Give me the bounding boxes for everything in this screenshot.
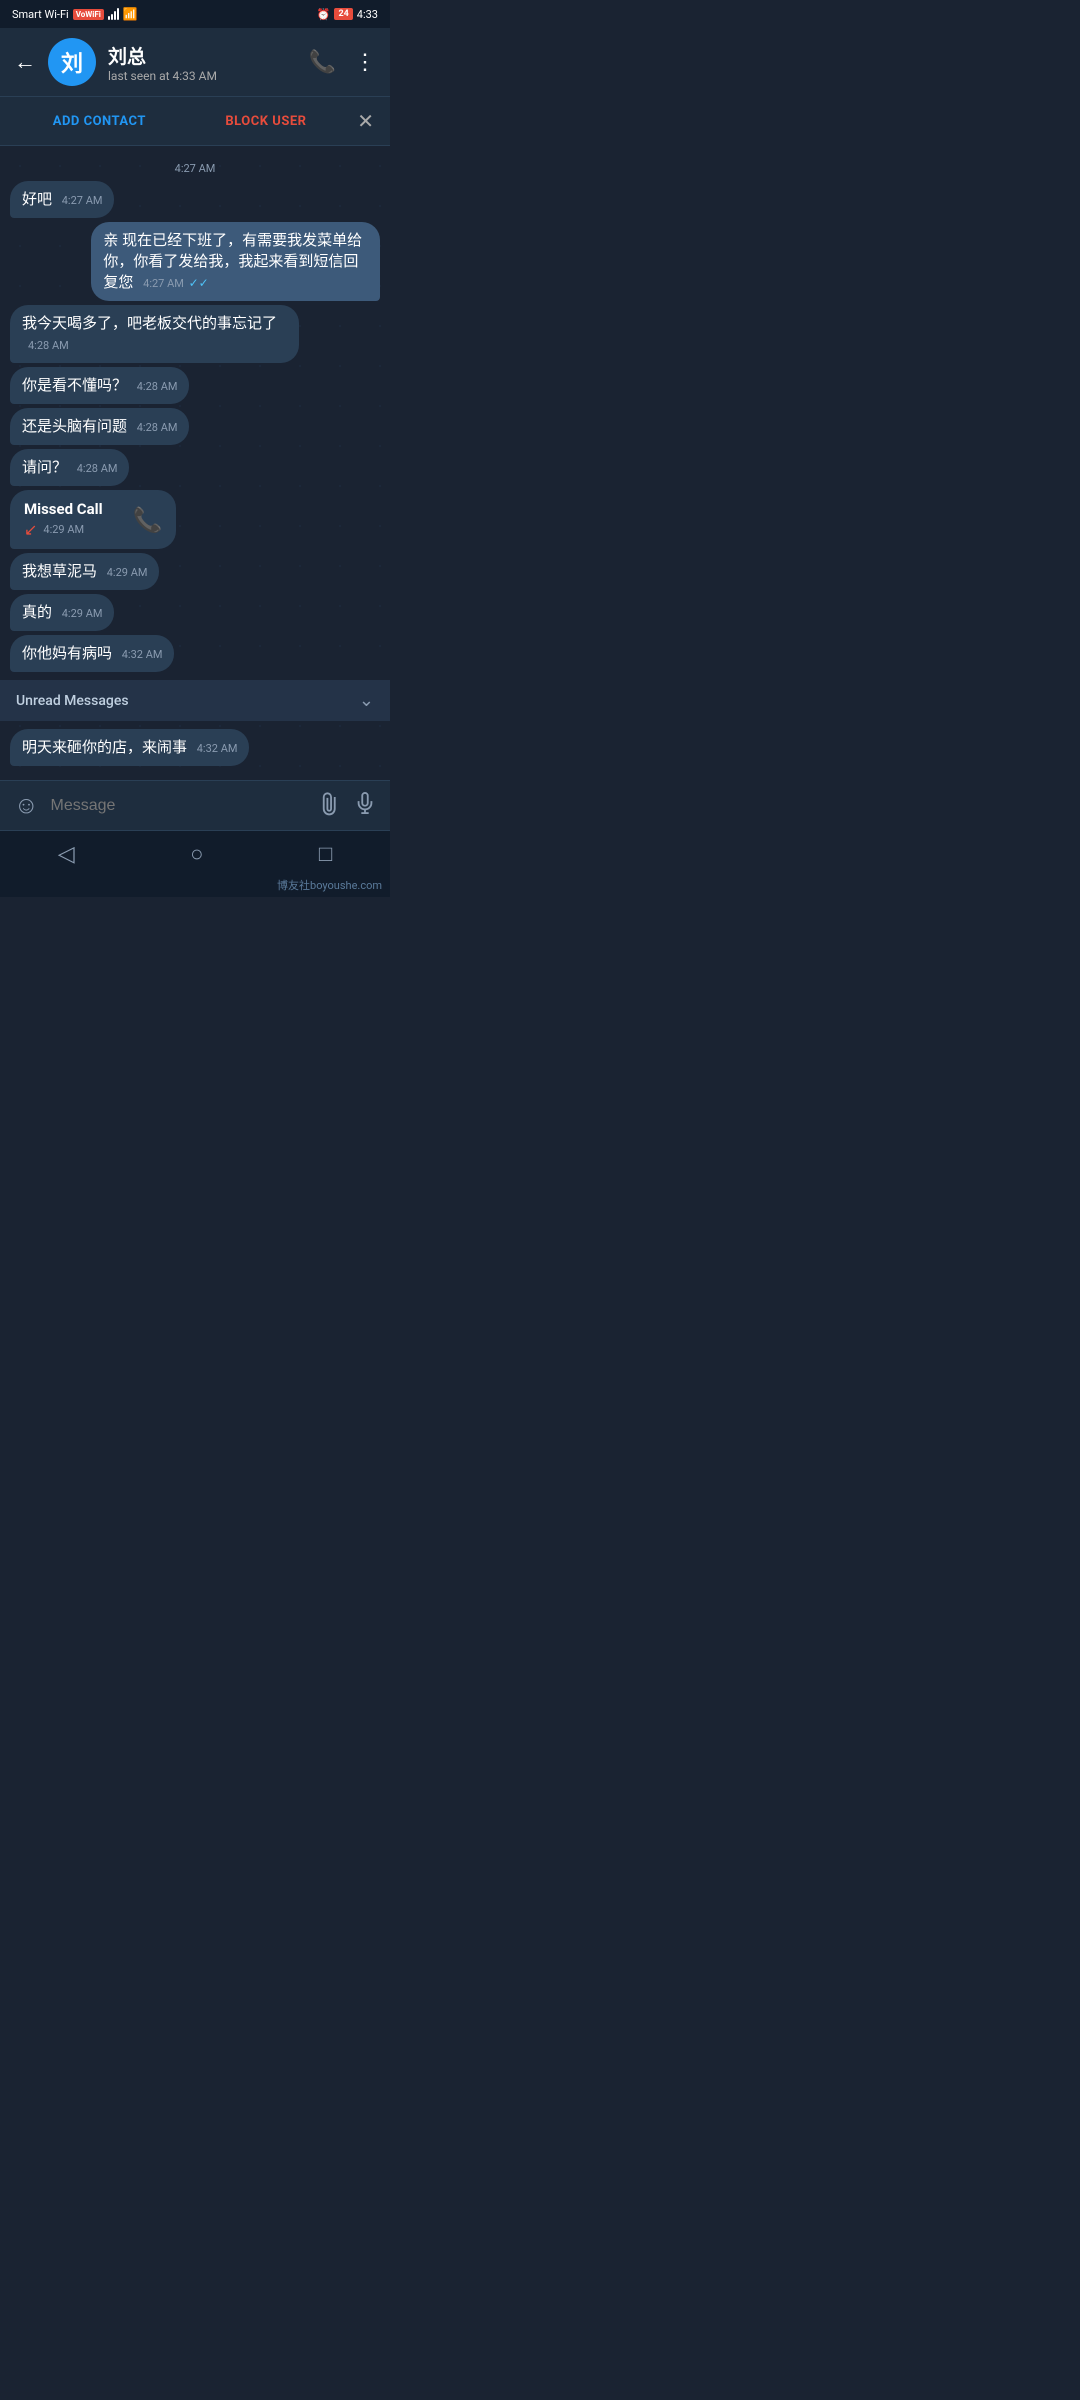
- back-nav-button[interactable]: ◁: [58, 842, 75, 867]
- message-time: 4:28 AM: [28, 339, 69, 352]
- bubble-outgoing: 亲 现在已经下班了，有需要我发菜单给你，你看了发给我，我起来看到短信回复您 4:…: [91, 222, 380, 301]
- message-row: 我想草泥马 4:29 AM: [10, 553, 380, 590]
- message-row: 请问？ 4:28 AM: [10, 449, 380, 486]
- bubble-incoming: 还是头脑有问题 4:28 AM: [10, 408, 189, 445]
- missed-call-time: 4:29 AM: [43, 523, 84, 536]
- message-row: 你是看不懂吗？ 4:28 AM: [10, 367, 380, 404]
- message-row: 我今天喝多了，吧老板交代的事忘记了 4:28 AM: [10, 305, 380, 363]
- close-action-bar-button[interactable]: ✕: [357, 109, 374, 133]
- message-time: 4:32 AM: [122, 648, 163, 661]
- contact-info: 刘总 last seen at 4:33 AM: [108, 42, 297, 83]
- message-row: 还是头脑有问题 4:28 AM: [10, 408, 380, 445]
- bubble-incoming: 好吧 4:27 AM: [10, 181, 114, 218]
- contact-name: 刘总: [108, 42, 297, 69]
- unread-messages-divider: Unread Messages ⌄: [0, 680, 390, 721]
- message-text: 你是看不懂吗？: [22, 376, 127, 394]
- emoji-button[interactable]: ☺: [14, 791, 39, 820]
- avatar: 刘: [48, 38, 96, 86]
- last-seen-status: last seen at 4:33 AM: [108, 69, 297, 83]
- back-button[interactable]: ←: [14, 49, 36, 75]
- message-input[interactable]: [51, 797, 308, 815]
- message-text: 真的: [22, 603, 52, 621]
- message-row: 亲 现在已经下班了，有需要我发菜单给你，你看了发给我，我起来看到短信回复您 4:…: [10, 222, 380, 301]
- missed-call-arrow-icon: ↙: [24, 520, 37, 539]
- wifi-icon: 📶: [123, 7, 138, 21]
- message-text: 好吧: [22, 190, 52, 208]
- carrier-text: Smart Wi-Fi: [12, 8, 69, 21]
- read-ticks: ✓✓: [189, 276, 209, 290]
- message-input-bar: ☺: [0, 780, 390, 830]
- navigation-bar: ◁ ○ □: [0, 830, 390, 875]
- missed-call-label: Missed Call: [24, 500, 103, 518]
- bubble-incoming: 你是看不懂吗？ 4:28 AM: [10, 367, 189, 404]
- message-time: 4:27 AM ✓✓: [143, 277, 209, 290]
- add-contact-button[interactable]: ADD CONTACT: [16, 114, 183, 129]
- message-time: 4:27 AM: [62, 194, 103, 207]
- block-user-button[interactable]: BLOCK USER: [183, 114, 350, 129]
- message-text: 我今天喝多了，吧老板交代的事忘记了: [22, 314, 277, 332]
- chat-area: 4:27 AM 好吧 4:27 AM 亲 现在已经下班了，有需要我发菜单给你，你…: [0, 146, 390, 780]
- status-left: Smart Wi-Fi VoWiFi 📶: [12, 7, 138, 21]
- watermark-text: 博友社boyoushe.com: [277, 879, 382, 892]
- bubble-incoming: 我想草泥马 4:29 AM: [10, 553, 159, 590]
- message-time: 4:32 AM: [197, 742, 238, 755]
- missed-call-bubble: Missed Call ↙ 4:29 AM 📞: [10, 490, 176, 549]
- message-row: 好吧 4:27 AM: [10, 181, 380, 218]
- bubble-incoming: 真的 4:29 AM: [10, 594, 114, 631]
- message-row: 明天来砸你的店，来闹事 4:32 AM: [10, 729, 380, 766]
- mic-button[interactable]: [354, 792, 376, 820]
- alarm-icon: ⏰: [317, 8, 331, 21]
- status-right: ⏰ 24 4:33: [317, 8, 378, 21]
- message-text: 还是头脑有问题: [22, 417, 127, 435]
- message-text: 明天来砸你的店，来闹事: [22, 738, 187, 756]
- vowifi-badge: VoWiFi: [73, 9, 104, 20]
- unread-messages-label: Unread Messages: [16, 693, 129, 709]
- message-time: 4:29 AM: [62, 607, 103, 620]
- message-row: Missed Call ↙ 4:29 AM 📞: [10, 490, 380, 549]
- header-icons: 📞 ⋮: [309, 50, 376, 75]
- missed-call-phone-icon: 📞: [133, 506, 163, 534]
- chat-header: ← 刘 刘总 last seen at 4:33 AM 📞 ⋮: [0, 28, 390, 97]
- missed-call-meta: ↙ 4:29 AM: [24, 520, 103, 539]
- status-bar: Smart Wi-Fi VoWiFi 📶 ⏰ 24 4:33: [0, 0, 390, 28]
- bubble-incoming: 请问？ 4:28 AM: [10, 449, 129, 486]
- message-time: 4:28 AM: [77, 462, 118, 475]
- battery-badge: 24: [334, 8, 352, 20]
- message-text: 我想草泥马: [22, 562, 97, 580]
- action-bar: ADD CONTACT BLOCK USER ✕: [0, 97, 390, 146]
- watermark: 博友社boyoushe.com: [0, 875, 390, 897]
- message-time: 4:29 AM: [107, 566, 148, 579]
- bubble-incoming: 我今天喝多了，吧老板交代的事忘记了 4:28 AM: [10, 305, 299, 363]
- message-time: 4:28 AM: [137, 380, 178, 393]
- recent-nav-button[interactable]: □: [319, 841, 332, 867]
- bubble-incoming: 明天来砸你的店，来闹事 4:32 AM: [10, 729, 249, 766]
- more-options-icon[interactable]: ⋮: [354, 50, 376, 75]
- message-row: 你他妈有病吗 4:32 AM: [10, 635, 380, 672]
- attach-button[interactable]: [314, 788, 349, 823]
- chevron-down-icon[interactable]: ⌄: [359, 690, 374, 711]
- message-row: 真的 4:29 AM: [10, 594, 380, 631]
- clock-time: 4:33: [357, 8, 378, 21]
- bubble-incoming: 你他妈有病吗 4:32 AM: [10, 635, 174, 672]
- home-nav-button[interactable]: ○: [190, 841, 203, 867]
- timestamp-top: 4:27 AM: [10, 162, 380, 175]
- signal-bars-icon: [108, 8, 119, 20]
- message-time: 4:28 AM: [137, 421, 178, 434]
- call-icon[interactable]: 📞: [309, 50, 336, 75]
- missed-call-info: Missed Call ↙ 4:29 AM: [24, 500, 103, 539]
- message-text: 请问？: [22, 458, 67, 476]
- message-text: 你他妈有病吗: [22, 644, 112, 662]
